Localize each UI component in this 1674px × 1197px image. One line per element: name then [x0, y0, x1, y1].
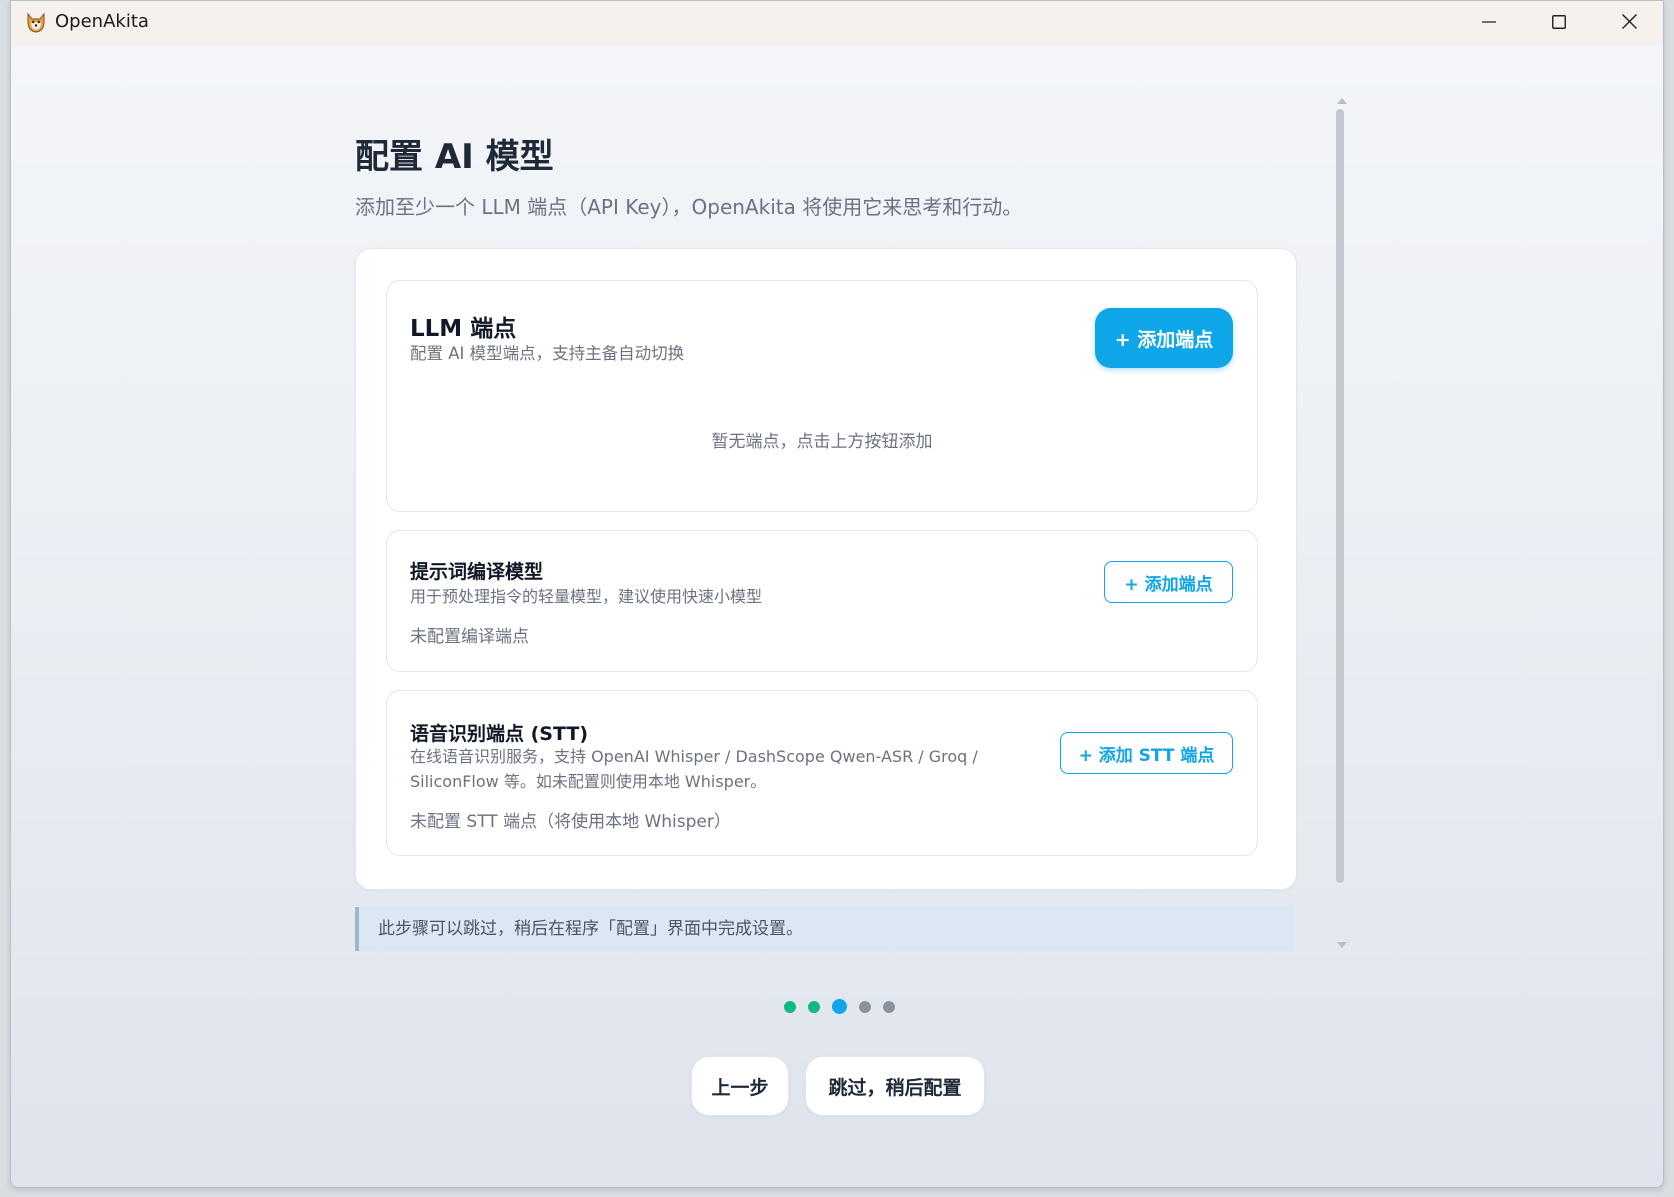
add-compile-endpoint-button[interactable]: + 添加端点	[1104, 561, 1233, 603]
compile-model-section: 提示词编译模型 用于预处理指令的轻量模型，建议使用快速小模型 未配置编译端点 +…	[386, 530, 1258, 672]
step-dot	[883, 1000, 895, 1013]
maximize-button[interactable]	[1524, 1, 1594, 45]
close-icon	[1621, 13, 1637, 33]
llm-section-description: 配置 AI 模型端点，支持主备自动切换	[410, 344, 685, 363]
skip-notice: 此步骤可以跳过，稍后在程序「配置」界面中完成设置。	[355, 907, 1295, 951]
stt-endpoint-section: 语音识别端点 (STT) 在线语音识别服务，支持 OpenAI Whisper …	[386, 690, 1258, 856]
compile-section-title: 提示词编译模型	[410, 561, 544, 583]
step-dot	[808, 1000, 820, 1013]
minimize-button[interactable]	[1454, 1, 1524, 45]
stt-section-title: 语音识别端点 (STT)	[410, 723, 589, 745]
llm-empty-hint: 暂无端点，点击上方按钮添加	[711, 432, 933, 452]
compile-status: 未配置编译端点	[410, 627, 529, 647]
stt-section-description-line1: 在线语音识别服务，支持 OpenAI Whisper / DashScope Q…	[410, 747, 978, 766]
step-dot	[832, 999, 847, 1014]
scrollbar-thumb[interactable]	[1336, 109, 1344, 883]
step-indicator	[784, 999, 895, 1014]
step-dot	[859, 1000, 871, 1013]
skip-configure-later-button[interactable]: 跳过，稍后配置	[805, 1056, 985, 1116]
window-title: OpenAkita	[55, 11, 149, 32]
maximize-icon	[1552, 14, 1566, 33]
minimize-icon	[1482, 14, 1496, 33]
llm-endpoint-section: LLM 端点 配置 AI 模型端点，支持主备自动切换 + 添加端点 暂无端点，点…	[386, 280, 1258, 512]
add-llm-endpoint-button[interactable]: + 添加端点	[1095, 308, 1233, 368]
close-button[interactable]	[1594, 1, 1663, 45]
stt-section-description-line2: SiliconFlow 等。如未配置则使用本地 Whisper。	[410, 772, 767, 791]
model-config-card: LLM 端点 配置 AI 模型端点，支持主备自动切换 + 添加端点 暂无端点，点…	[355, 248, 1297, 890]
stt-status: 未配置 STT 端点（将使用本地 Whisper）	[410, 812, 731, 832]
title-bar: OpenAkita	[11, 1, 1663, 45]
scroll-up-arrow[interactable]	[1337, 98, 1347, 104]
page-subtitle: 添加至少一个 LLM 端点（API Key），OpenAkita 将使用它来思考…	[355, 195, 1023, 219]
llm-section-title: LLM 端点	[410, 316, 517, 342]
add-stt-endpoint-button[interactable]: + 添加 STT 端点	[1060, 732, 1233, 774]
page-title: 配置 AI 模型	[355, 137, 554, 177]
akita-logo-icon	[25, 12, 47, 34]
scroll-down-arrow[interactable]	[1337, 942, 1347, 948]
compile-section-description: 用于预处理指令的轻量模型，建议使用快速小模型	[410, 587, 763, 606]
step-dot	[784, 1000, 796, 1013]
previous-step-button[interactable]: 上一步	[691, 1056, 789, 1116]
app-window: OpenAkita 配置 AI 模型 添加至少一个 LLM 端点（API Key…	[10, 0, 1664, 1188]
